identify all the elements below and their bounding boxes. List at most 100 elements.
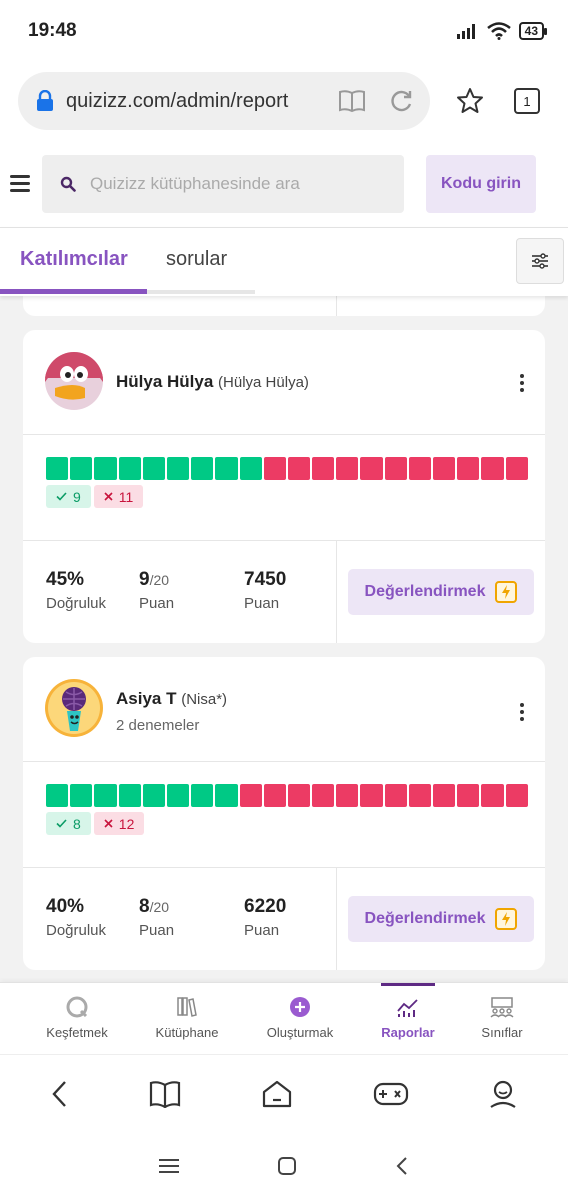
nav-create[interactable]: Oluşturmak (248, 983, 352, 1055)
tab-participants[interactable]: Katılımcılar (20, 248, 128, 271)
nav-label: Raporlar (381, 1025, 435, 1040)
points-label: Puan (244, 922, 280, 939)
accuracy-value: 40% (46, 896, 85, 917)
home-icon[interactable] (261, 1079, 293, 1109)
classes-icon (490, 997, 514, 1018)
points-value: 6220 (244, 896, 287, 917)
nav-classes[interactable]: Sınıflar (450, 983, 554, 1055)
signal-icon (456, 24, 475, 39)
bookmarks-book-icon[interactable] (149, 1080, 181, 1108)
participant-alias: (Nisa*) (181, 691, 228, 708)
active-tab-indicator (0, 289, 147, 294)
incorrect-answer-segment (481, 784, 504, 807)
incorrect-answer-segment (312, 784, 335, 807)
bookmark-star-icon[interactable] (456, 87, 484, 115)
correct-answer-segment (191, 784, 214, 807)
search-input[interactable]: Quizizz kütüphanesinde ara (42, 154, 404, 213)
url-text: quizizz.com/admin/report (66, 89, 289, 112)
incorrect-answer-segment (287, 457, 311, 480)
url-bar[interactable]: quizizz.com/admin/report (18, 72, 430, 130)
score-value: 9 (139, 569, 150, 590)
previous-card-stub (23, 296, 545, 316)
nav-label: Sınıflar (481, 1025, 523, 1040)
browser-bar: quizizz.com/admin/report 1 (0, 62, 568, 140)
avatar (45, 352, 103, 410)
nav-label: Kütüphane (155, 1025, 219, 1040)
participant-card: Hülya Hülya (Hülya Hülya) 9 11 45% Doğru… (23, 330, 545, 643)
incorrect-answer-segment (505, 784, 528, 807)
nav-library[interactable]: Kütüphane (135, 983, 239, 1055)
filter-button[interactable] (516, 238, 564, 284)
participant-name-line: Asiya T (Nisa*) (116, 689, 227, 709)
accuracy-stat: 40% Doğruluk (46, 896, 106, 939)
enter-code-button[interactable]: Kodu girin (426, 154, 536, 213)
incorrect-answer-segment (457, 784, 480, 807)
more-options-icon[interactable] (519, 703, 525, 721)
check-icon (56, 819, 67, 828)
participant-alias: (Hülya Hülya) (218, 374, 309, 391)
correct-answer-segment (239, 457, 262, 480)
menu-icon[interactable] (10, 175, 30, 192)
incorrect-answer-segment (433, 457, 456, 480)
correct-answer-segment (70, 784, 93, 807)
attempts-count: 2 denemeler (116, 717, 200, 734)
incorrect-answer-segment (408, 784, 431, 807)
nav-reports[interactable]: Raporlar (356, 983, 460, 1055)
search-icon (60, 176, 76, 192)
incorrect-answer-segment (312, 457, 335, 480)
reload-icon[interactable] (388, 88, 414, 114)
nav-label: Keşfetmek (46, 1025, 108, 1040)
profile-icon[interactable] (488, 1079, 518, 1109)
wifi-icon (486, 22, 511, 40)
participant-stats: 40% Doğruluk 8/20 Puan 6220 Puan Değerle… (23, 868, 545, 970)
tab-questions[interactable]: sorular (166, 248, 227, 271)
system-back-icon[interactable] (395, 1156, 409, 1176)
tab-count-button[interactable]: 1 (514, 88, 540, 114)
explore-icon (66, 996, 88, 1018)
accuracy-label: Doğruluk (46, 922, 107, 939)
score-total: /20 (149, 899, 170, 915)
incorrect-answer-segment (384, 457, 407, 480)
correct-answer-segment (118, 457, 141, 480)
incorrect-answer-segment (408, 457, 431, 480)
score-stat: 8/20 Puan (139, 896, 174, 939)
browser-toolbar (0, 1054, 568, 1132)
search-placeholder: Quizizz kütüphanesinde ara (90, 173, 300, 193)
avatar (45, 679, 103, 737)
accuracy-label: Doğruluk (46, 595, 107, 612)
app-bottom-nav: Keşfetmek Kütüphane Oluşturmak Raporlar … (0, 982, 568, 1054)
participant-stats: 45% Doğruluk 9/20 Puan 7450 Puan Değerle… (23, 541, 545, 643)
back-icon[interactable] (50, 1080, 70, 1108)
correct-answer-segment (94, 784, 117, 807)
correct-answer-segment (142, 457, 165, 480)
lightning-icon (495, 581, 518, 603)
participants-list[interactable]: Hülya Hülya (Hülya Hülya) 9 11 45% Doğru… (0, 296, 568, 982)
score-total: /20 (149, 572, 170, 588)
reader-mode-icon[interactable] (338, 89, 366, 113)
score-value: 8 (139, 896, 150, 917)
answer-bar (46, 457, 528, 480)
more-options-icon[interactable] (519, 374, 525, 392)
participant-header: Asiya T (Nisa*) 2 denemeler (23, 657, 545, 762)
tabs-bar: Katılımcılar sorular (0, 228, 568, 296)
nav-explore[interactable]: Keşfetmek (25, 983, 129, 1055)
sliders-icon (532, 253, 548, 269)
participant-header: Hülya Hülya (Hülya Hülya) (23, 330, 545, 435)
correct-answer-segment (191, 457, 214, 480)
evaluate-button[interactable]: Değerlendirmek (348, 896, 534, 942)
score-label: Puan (139, 922, 175, 939)
correct-answer-segment (166, 784, 190, 807)
incorrect-answer-segment (481, 457, 504, 480)
cross-icon (104, 492, 113, 501)
incorrect-count: 12 (118, 815, 135, 832)
recent-apps-icon[interactable] (159, 1158, 179, 1174)
correct-count: 9 (73, 488, 81, 505)
correct-answer-segment (215, 784, 238, 807)
games-controller-icon[interactable] (373, 1080, 409, 1108)
system-home-icon[interactable] (277, 1156, 297, 1176)
incorrect-answer-segment (433, 784, 456, 807)
correct-answer-segment (215, 457, 238, 480)
tab-track (147, 290, 255, 294)
evaluate-button[interactable]: Değerlendirmek (348, 569, 534, 615)
incorrect-answer-segment (360, 784, 383, 807)
